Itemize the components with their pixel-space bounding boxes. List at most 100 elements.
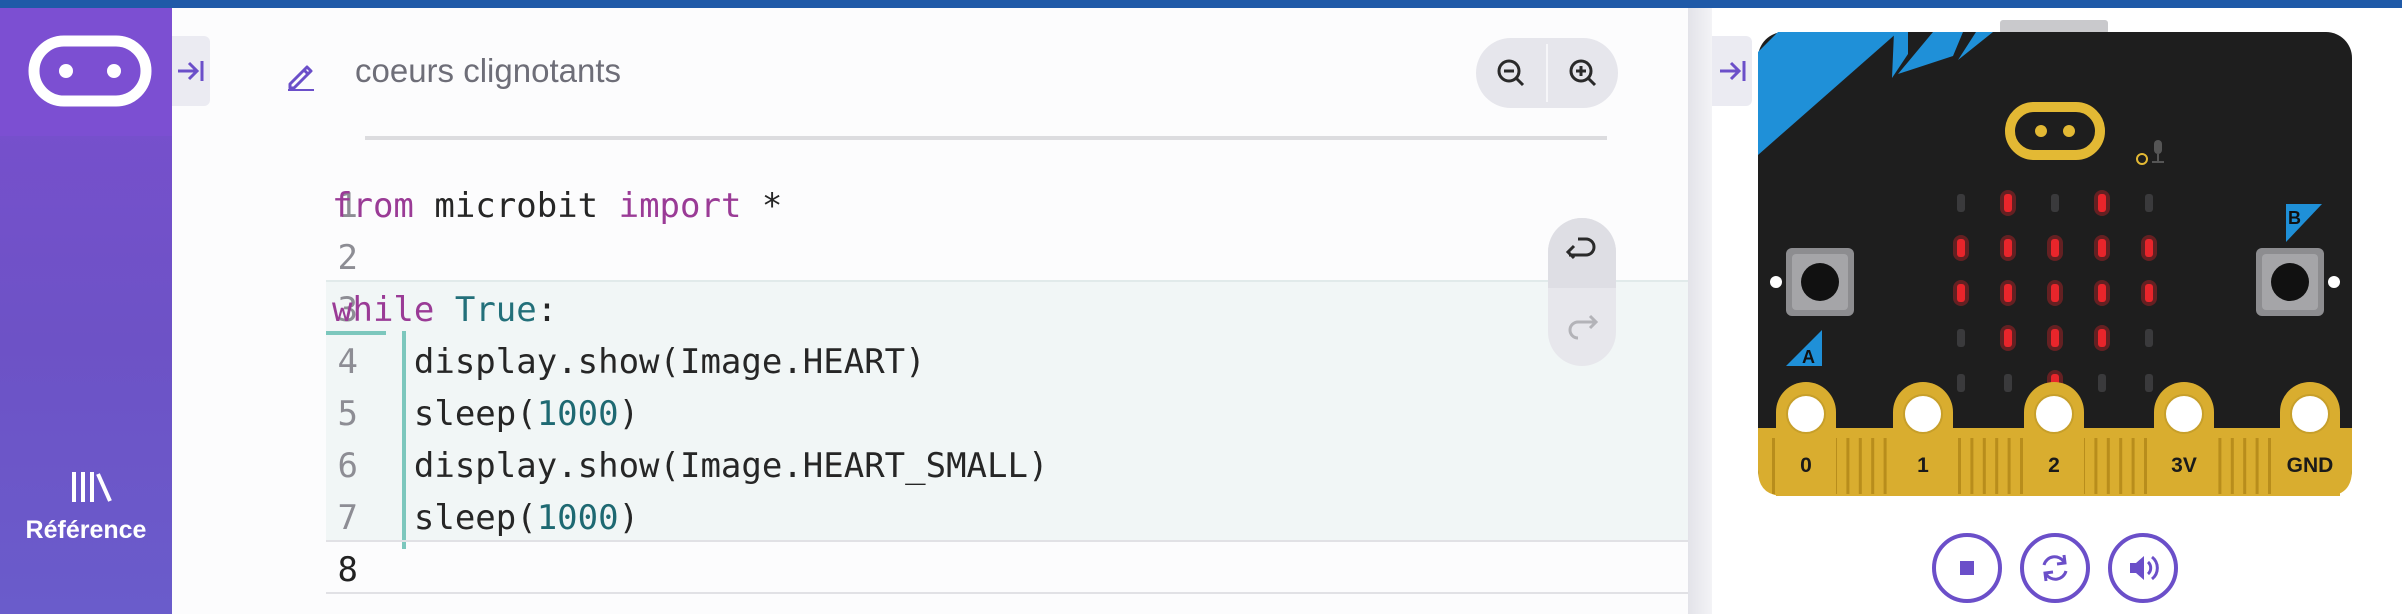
zoom-out-icon [1497, 59, 1525, 87]
led-on [1957, 284, 1965, 302]
code-token: * [741, 186, 783, 226]
edge-pin-strip [2230, 438, 2234, 494]
led-on [2098, 194, 2106, 212]
edge-pin-strip [2243, 438, 2247, 494]
code-line[interactable]: display.show(Image.HEART_SMALL) [332, 440, 1632, 492]
led-off [1957, 194, 1965, 212]
number-literal: 1000 [536, 394, 619, 434]
led-on [2004, 194, 2012, 212]
panel-divider[interactable] [1688, 8, 1712, 614]
collapse-sidebar-icon [178, 61, 204, 81]
pin-hole[interactable] [2290, 394, 2330, 434]
collapse-sidebar-button[interactable] [172, 36, 210, 106]
led-on [2004, 329, 2012, 347]
code-token: sleep( [332, 394, 537, 434]
led-off [1957, 329, 1965, 347]
pin-hole[interactable] [2164, 394, 2204, 434]
pin-label: 1 [1917, 454, 1929, 477]
sound-button[interactable] [2108, 533, 2178, 603]
usb-connector [2000, 20, 2108, 34]
undo-redo-controls [1548, 218, 1616, 366]
led-off [2145, 374, 2153, 392]
led-off [2098, 374, 2106, 392]
edge-pin-strip [2144, 438, 2147, 494]
edge-pin-strip [1883, 438, 1887, 494]
code-line-active[interactable] [332, 544, 1632, 596]
microbit-logo-icon [28, 35, 152, 107]
keyword: while [332, 290, 435, 330]
led-on [2051, 284, 2059, 302]
zoom-in-icon [1569, 59, 1597, 87]
pin-label: 0 [1800, 454, 1812, 477]
edge-pin-strip [2094, 438, 2098, 494]
zoom-controls [1476, 38, 1618, 108]
reset-button[interactable] [2020, 533, 2090, 603]
led-off [2004, 374, 2012, 392]
button-a-label: A [1802, 347, 1815, 367]
project-name-field[interactable]: coeurs clignotants [355, 52, 1055, 90]
edge-pin-strip [1958, 438, 1961, 494]
led-on [2098, 284, 2106, 302]
code-token: : [536, 290, 558, 330]
sidebar: Référence [0, 8, 172, 614]
undo-icon [1565, 237, 1596, 260]
edge-pin-strip [2007, 438, 2011, 494]
code-line[interactable]: sleep(1000) [332, 388, 1632, 440]
microbit-board: A B 0 1 2 3V GND [1758, 20, 2352, 496]
edge-pin-strip [2131, 438, 2135, 494]
edge-pin-strip [1995, 438, 1999, 494]
code-line[interactable]: while True: [332, 284, 1632, 336]
led-off [2051, 194, 2059, 212]
collapse-simulator-button[interactable] [1712, 36, 1752, 106]
redo-button[interactable] [1548, 292, 1616, 362]
code-editor-panel: coeurs clignotants 1 2 3 4 5 6 7 8 from … [172, 8, 1688, 614]
edge-pin-strip [1871, 438, 1875, 494]
stop-button[interactable] [1932, 533, 2002, 603]
pencil-icon[interactable] [284, 58, 318, 92]
code-text-area[interactable]: from microbit import * while True: displ… [332, 180, 1632, 596]
edge-pin-strip [1772, 438, 1775, 494]
top-bar [0, 0, 2402, 8]
led-on [1957, 239, 1965, 257]
undo-button[interactable] [1548, 218, 1616, 288]
redo-icon [1568, 314, 1599, 340]
pin-label: GND [2287, 454, 2334, 477]
led-on [2051, 239, 2059, 257]
reference-label: Référence [25, 516, 147, 544]
code-token: ) [618, 498, 640, 538]
edge-pin-strip [2218, 438, 2222, 494]
code-line[interactable]: from microbit import * [332, 180, 1632, 232]
logo-button[interactable] [0, 8, 172, 136]
led-off [1957, 374, 1965, 392]
pin-hole[interactable] [2034, 394, 2074, 434]
zoom-in-button[interactable] [1548, 38, 1618, 108]
led-on [2145, 239, 2153, 257]
stop-icon [1960, 561, 1974, 575]
pin-hole[interactable] [1903, 394, 1943, 434]
edge-pin-strip [2119, 438, 2123, 494]
sound-icon [2130, 555, 2159, 581]
code-line[interactable]: display.show(Image.HEART) [332, 336, 1632, 388]
keyword: from [332, 186, 414, 226]
edge-pin-strip [2106, 438, 2110, 494]
pin-hole[interactable] [1786, 394, 1826, 434]
code-line[interactable]: sleep(1000) [332, 492, 1632, 544]
code-line[interactable] [332, 232, 1632, 284]
reset-icon [2042, 554, 2068, 582]
project-name-underline [365, 136, 1607, 140]
led-on [2051, 329, 2059, 347]
led-on [2004, 284, 2012, 302]
edge-pin-strip [2268, 438, 2271, 494]
zoom-out-button[interactable] [1476, 38, 1546, 108]
led-on [2004, 239, 2012, 257]
edge-pin-strip [1982, 438, 1986, 494]
reference-button[interactable]: Référence [0, 448, 172, 558]
edge-pin-strip [1970, 438, 1974, 494]
led-off [2145, 194, 2153, 212]
edge-pin-strip [1858, 438, 1862, 494]
led-on [2145, 284, 2153, 302]
number-literal: 1000 [536, 498, 619, 538]
button-b-label: B [2288, 208, 2301, 228]
keyword: import [618, 186, 742, 226]
led-off [2145, 329, 2153, 347]
